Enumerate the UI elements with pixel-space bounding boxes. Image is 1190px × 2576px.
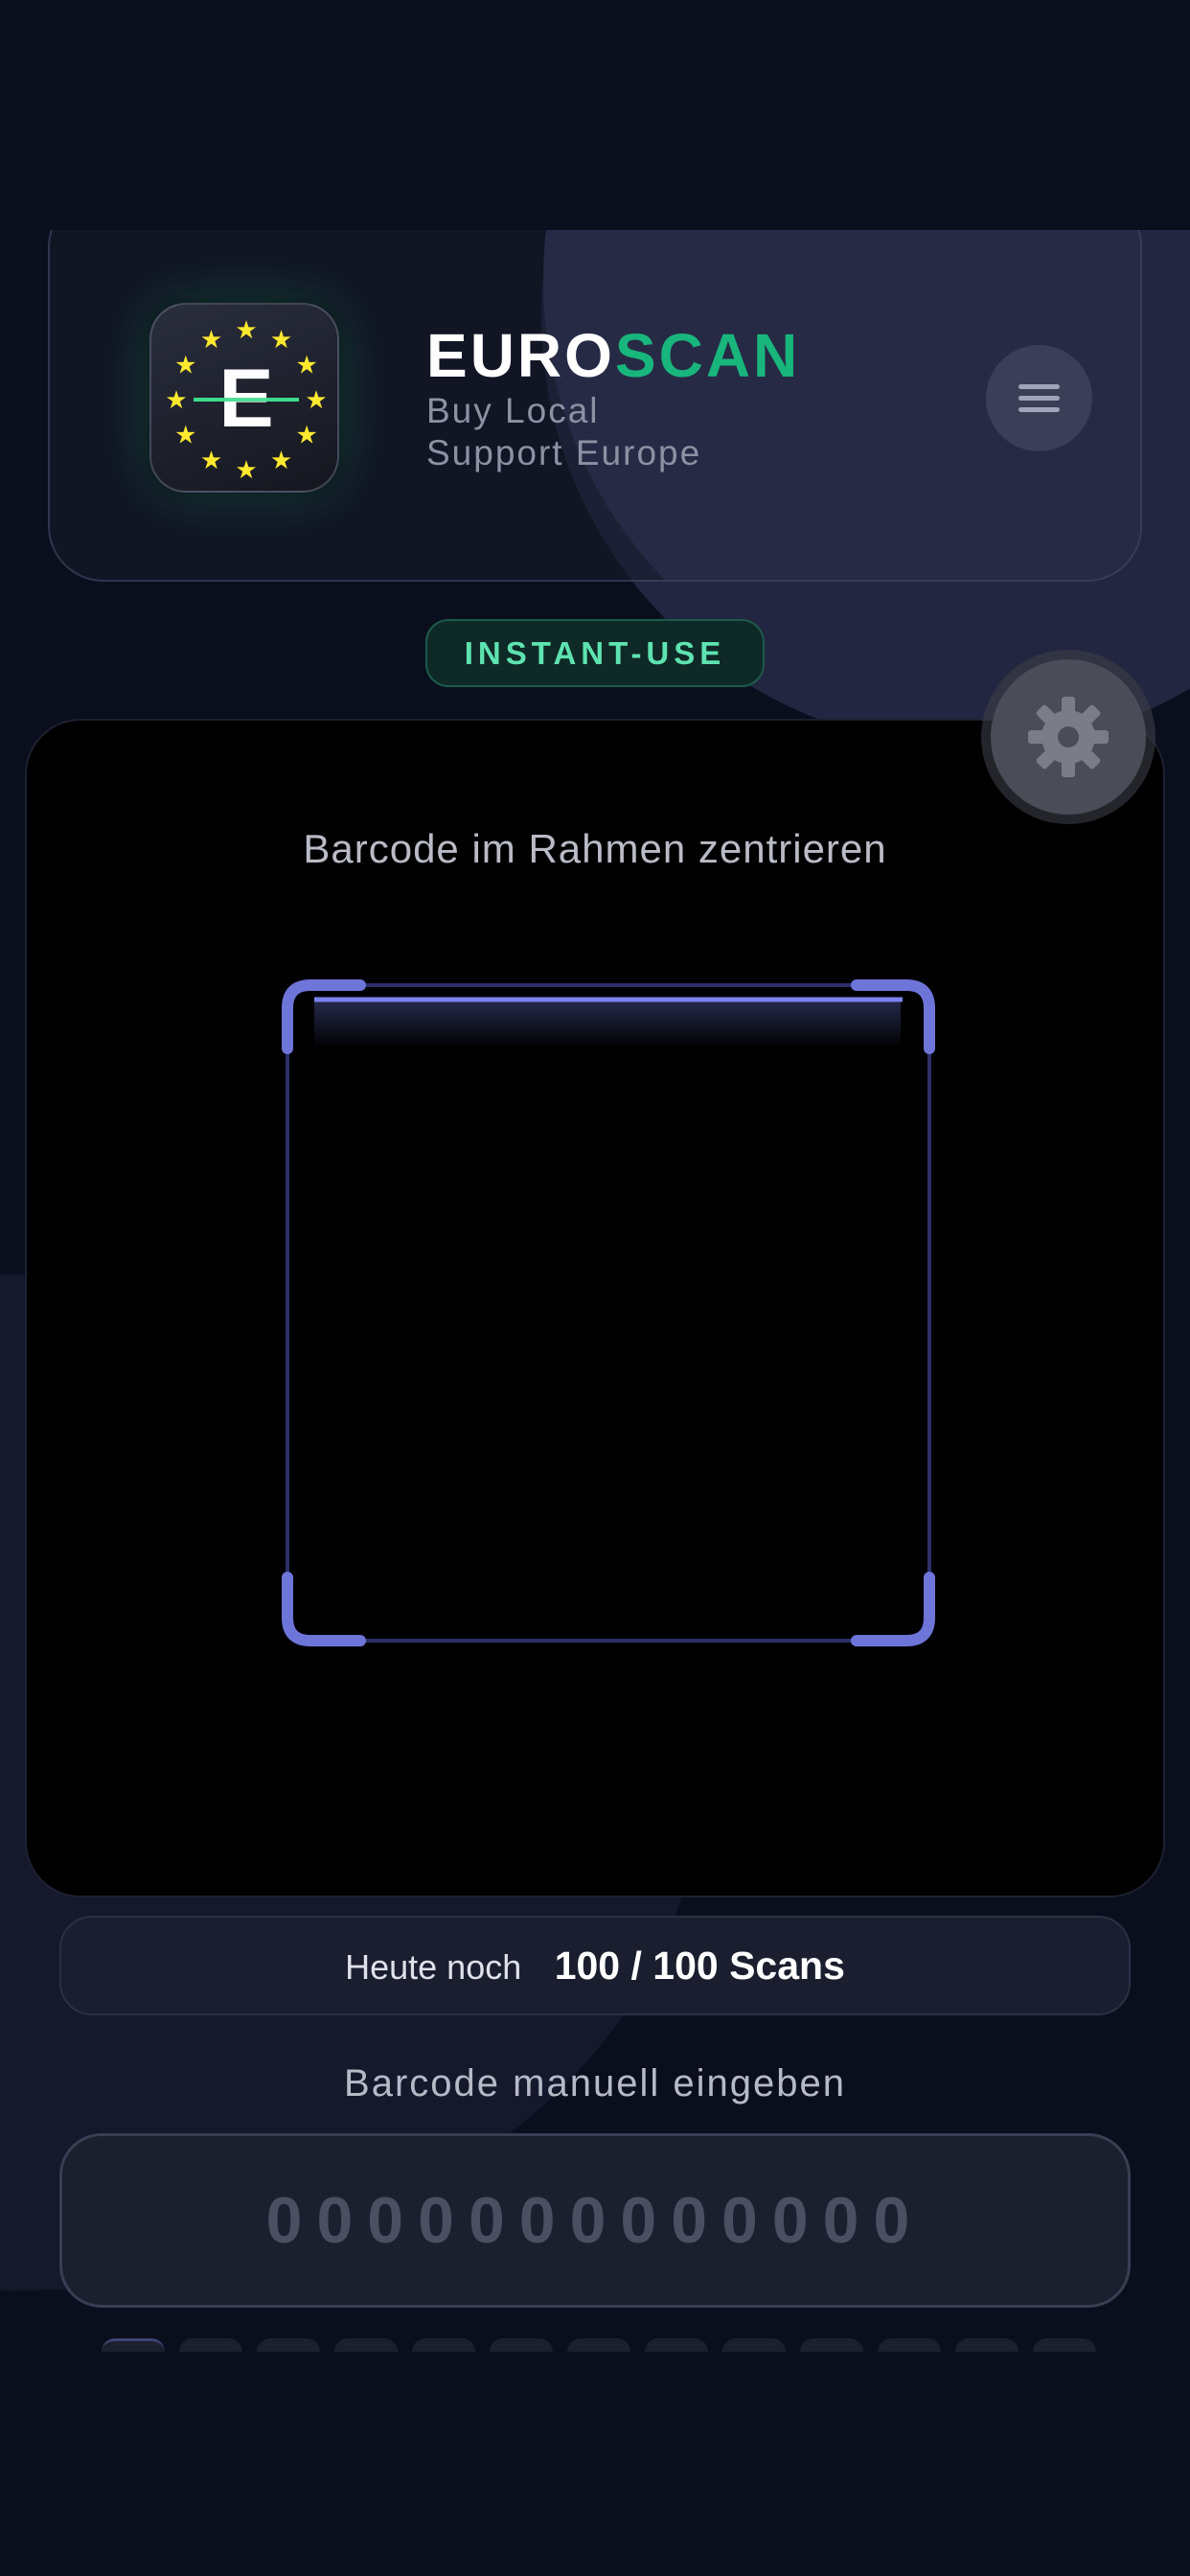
digit-cell xyxy=(800,2338,863,2352)
digit-cell xyxy=(567,2338,630,2352)
digit-cell xyxy=(645,2338,708,2352)
star-icon: ★ xyxy=(174,352,196,380)
digit-cell xyxy=(1033,2338,1096,2352)
scanner-hint: Barcode im Rahmen zentrieren xyxy=(303,826,887,871)
app-title: EUROSCAN xyxy=(426,320,800,391)
star-icon: ★ xyxy=(270,447,292,475)
menu-button[interactable] xyxy=(986,345,1092,451)
digit-cell xyxy=(257,2338,320,2352)
manual-entry-label: Barcode manuell eingeben xyxy=(344,2062,846,2104)
tagline-line-1: Buy Local xyxy=(426,391,600,430)
app-logo: ★ ★ ★ ★ ★ ★ ★ ★ ★ ★ ★ ★ E xyxy=(149,303,339,493)
digit-cell xyxy=(878,2338,941,2352)
quota-value: 100 / 100 Scans xyxy=(554,1944,845,1988)
digit-cell xyxy=(334,2338,398,2352)
star-icon: ★ xyxy=(270,326,292,355)
instant-use-badge: INSTANT-USE xyxy=(425,619,765,687)
settings-button[interactable] xyxy=(991,659,1146,815)
digit-cell xyxy=(490,2338,553,2352)
tagline-line-2: Support Europe xyxy=(426,433,702,472)
eu-stars-logo-icon: ★ ★★★★★★★★★★★ E xyxy=(165,316,327,485)
star-icon: ★ xyxy=(200,326,222,355)
star-icon: ★ xyxy=(200,447,222,475)
digit-cell xyxy=(179,2338,242,2352)
camera-viewfinder: Barcode im Rahmen zentrieren xyxy=(25,719,1165,1898)
star-icon: ★ xyxy=(305,386,327,415)
digit-cell xyxy=(955,2338,1018,2352)
star-icon: ★ xyxy=(174,422,196,450)
star-icon: ★ xyxy=(296,352,318,380)
star-icon: ★ xyxy=(235,456,257,485)
star-icon: ★ xyxy=(165,386,187,415)
hamburger-menu-icon xyxy=(1018,384,1060,389)
barcode-input[interactable] xyxy=(59,2133,1131,2308)
digit-cell xyxy=(102,2338,165,2352)
star-icon: ★ xyxy=(296,422,318,450)
gear-icon xyxy=(1028,697,1109,777)
digit-cell xyxy=(722,2338,786,2352)
quota-label: Heute noch xyxy=(345,1947,522,1987)
scan-frame xyxy=(282,979,935,1646)
scan-quota: Heute noch 100 / 100 Scans xyxy=(59,1916,1131,2015)
app-title-euro: EURO xyxy=(426,321,615,390)
status-bar-area xyxy=(0,0,1190,230)
app-title-scan: SCAN xyxy=(614,321,801,390)
star-icon: ★ xyxy=(235,316,257,345)
digit-cell xyxy=(412,2338,475,2352)
